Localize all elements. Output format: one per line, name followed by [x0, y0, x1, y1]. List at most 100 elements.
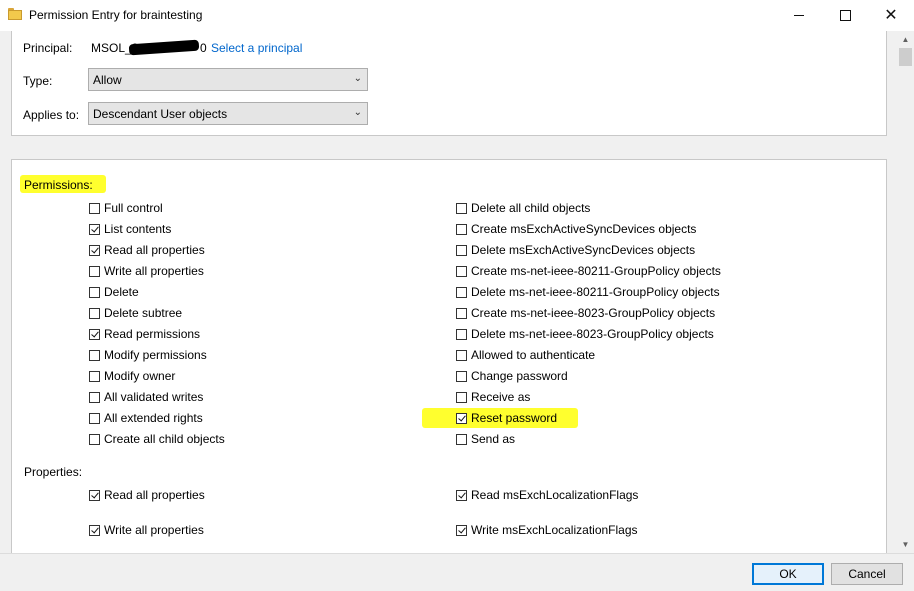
checkbox-unchecked-icon[interactable]: [456, 349, 467, 361]
window-title: Permission Entry for braintesting: [29, 8, 203, 22]
scroll-down-icon[interactable]: ▼: [897, 536, 914, 553]
permission-checkbox-delete-ms-net-ieee-8023-grouppolicy-objects[interactable]: Delete ms-net-ieee-8023-GroupPolicy obje…: [456, 326, 714, 342]
permission-checkbox-all-validated-writes[interactable]: All validated writes: [89, 389, 203, 405]
permission-checkbox-delete-ms-net-ieee-80211-grouppolicy-objects[interactable]: Delete ms-net-ieee-80211-GroupPolicy obj…: [456, 284, 720, 300]
minimize-button[interactable]: [776, 0, 822, 31]
checkbox-checked-icon[interactable]: [89, 489, 100, 501]
maximize-button[interactable]: [822, 0, 868, 31]
checkbox-unchecked-icon[interactable]: [456, 433, 467, 445]
checkbox-label: List contents: [104, 222, 172, 236]
principal-label: Principal:: [23, 41, 73, 55]
property-checkbox-write-all-properties[interactable]: Write all properties: [89, 522, 204, 538]
checkbox-label: Delete subtree: [104, 306, 183, 320]
checkbox-label: Modify owner: [104, 369, 176, 383]
checkbox-unchecked-icon[interactable]: [89, 202, 100, 214]
checkbox-unchecked-icon[interactable]: [89, 349, 100, 361]
checkbox-unchecked-icon[interactable]: [89, 370, 100, 382]
checkbox-unchecked-icon[interactable]: [89, 433, 100, 445]
checkbox-label: Create ms-net-ieee-80211-GroupPolicy obj…: [471, 264, 721, 278]
checkbox-unchecked-icon[interactable]: [89, 391, 100, 403]
checkbox-label: Reset password: [471, 411, 558, 425]
checkbox-label: Change password: [471, 369, 568, 383]
scroll-thumb[interactable]: [899, 48, 912, 66]
checkbox-unchecked-icon[interactable]: [89, 412, 100, 424]
checkbox-label: Delete: [104, 285, 139, 299]
permission-checkbox-delete-subtree[interactable]: Delete subtree: [89, 305, 182, 321]
checkbox-unchecked-icon[interactable]: [89, 307, 100, 319]
checkbox-label: Send as: [471, 432, 516, 446]
checkbox-checked-icon[interactable]: [89, 524, 100, 536]
checkbox-label: Allowed to authenticate: [471, 348, 596, 362]
checkbox-label: Create ms-net-ieee-8023-GroupPolicy obje…: [471, 306, 716, 320]
checkbox-label: Write all properties: [104, 264, 204, 278]
checkbox-unchecked-icon[interactable]: [456, 286, 467, 298]
checkbox-label: Read all properties: [104, 488, 205, 502]
checkbox-label: Read msExchLocalizationFlags: [471, 488, 639, 502]
permission-checkbox-modify-permissions[interactable]: Modify permissions: [89, 347, 207, 363]
checkbox-checked-icon[interactable]: [89, 244, 100, 256]
permission-checkbox-receive-as[interactable]: Receive as: [456, 389, 530, 405]
permission-checkbox-create-ms-net-ieee-8023-grouppolicy-objects[interactable]: Create ms-net-ieee-8023-GroupPolicy obje…: [456, 305, 715, 321]
permission-checkbox-create-ms-net-ieee-80211-grouppolicy-objects[interactable]: Create ms-net-ieee-80211-GroupPolicy obj…: [456, 263, 721, 279]
permission-checkbox-create-msexchactivesyncdevices-objects[interactable]: Create msExchActiveSyncDevices objects: [456, 221, 696, 237]
applies-to-label: Applies to:: [23, 108, 80, 122]
checkbox-unchecked-icon[interactable]: [456, 265, 467, 277]
close-button[interactable]: ✕: [868, 0, 914, 31]
vertical-scrollbar[interactable]: ▲ ▼: [897, 31, 914, 553]
checkbox-unchecked-icon[interactable]: [456, 391, 467, 403]
permission-checkbox-modify-owner[interactable]: Modify owner: [89, 368, 175, 384]
principal-value-end: 0: [200, 41, 207, 55]
checkbox-unchecked-icon[interactable]: [456, 202, 467, 214]
permission-checkbox-delete-all-child-objects[interactable]: Delete all child objects: [456, 200, 590, 216]
content-area: Principal: MSOL_8 0 Select a principal T…: [0, 31, 897, 553]
permissions-panel: Permissions: Full control List contents Re…: [11, 159, 887, 553]
checkbox-unchecked-icon[interactable]: [89, 286, 100, 298]
permission-checkbox-change-password[interactable]: Change password: [456, 368, 568, 384]
checkbox-label: Read permissions: [104, 327, 201, 341]
chevron-down-icon: ⌄: [353, 107, 362, 118]
permission-checkbox-read-permissions[interactable]: Read permissions: [89, 326, 200, 342]
property-checkbox-read-all-properties[interactable]: Read all properties: [89, 487, 205, 503]
checkbox-checked-icon[interactable]: [456, 524, 467, 536]
checkbox-label: All extended rights: [104, 411, 203, 425]
applies-to-dropdown[interactable]: Descendant User objects ⌄: [88, 102, 368, 125]
type-dropdown-value: Allow: [93, 73, 122, 87]
checkbox-checked-icon[interactable]: [89, 328, 100, 340]
permission-checkbox-reset-password[interactable]: Reset password: [456, 410, 557, 426]
scroll-up-icon[interactable]: ▲: [897, 31, 914, 48]
checkbox-unchecked-icon[interactable]: [456, 223, 467, 235]
type-dropdown[interactable]: Allow ⌄: [88, 68, 368, 91]
checkbox-label: All validated writes: [104, 390, 204, 404]
checkbox-unchecked-icon[interactable]: [456, 244, 467, 256]
permission-checkbox-create-all-child-objects[interactable]: Create all child objects: [89, 431, 225, 447]
checkbox-unchecked-icon[interactable]: [456, 370, 467, 382]
checkbox-unchecked-icon[interactable]: [89, 265, 100, 277]
minimize-icon: [794, 15, 804, 16]
checkbox-label: Create all child objects: [104, 432, 225, 446]
checkbox-unchecked-icon[interactable]: [456, 307, 467, 319]
permission-checkbox-delete-msexchactivesyncdevices-objects[interactable]: Delete msExchActiveSyncDevices objects: [456, 242, 695, 258]
property-checkbox-read-msexchlocalizationflags[interactable]: Read msExchLocalizationFlags: [456, 487, 638, 503]
properties-heading: Properties:: [24, 465, 83, 479]
permission-checkbox-read-all-properties[interactable]: Read all properties: [89, 242, 205, 258]
checkbox-label: Delete ms-net-ieee-8023-GroupPolicy obje…: [471, 327, 714, 341]
checkbox-checked-icon[interactable]: [89, 223, 100, 235]
select-principal-link[interactable]: Select a principal: [211, 41, 302, 55]
permission-checkbox-allowed-to-authenticate[interactable]: Allowed to authenticate: [456, 347, 595, 363]
permission-checkbox-delete[interactable]: Delete: [89, 284, 139, 300]
permissions-heading: Permissions:: [24, 178, 93, 192]
checkbox-label: Write msExchLocalizationFlags: [471, 523, 638, 537]
title-bar: Permission Entry for braintesting ✕: [0, 0, 914, 31]
checkbox-checked-icon[interactable]: [456, 412, 467, 424]
permission-checkbox-full-control[interactable]: Full control: [89, 200, 163, 216]
checkbox-checked-icon[interactable]: [456, 489, 467, 501]
cancel-button[interactable]: Cancel: [831, 563, 903, 585]
ok-button[interactable]: OK: [752, 563, 824, 585]
checkbox-label: Modify permissions: [104, 348, 207, 362]
permission-checkbox-send-as[interactable]: Send as: [456, 431, 515, 447]
permission-checkbox-all-extended-rights[interactable]: All extended rights: [89, 410, 203, 426]
permission-checkbox-write-all-properties[interactable]: Write all properties: [89, 263, 204, 279]
property-checkbox-write-msexchlocalizationflags[interactable]: Write msExchLocalizationFlags: [456, 522, 638, 538]
permission-checkbox-list-contents[interactable]: List contents: [89, 221, 171, 237]
checkbox-unchecked-icon[interactable]: [456, 328, 467, 340]
